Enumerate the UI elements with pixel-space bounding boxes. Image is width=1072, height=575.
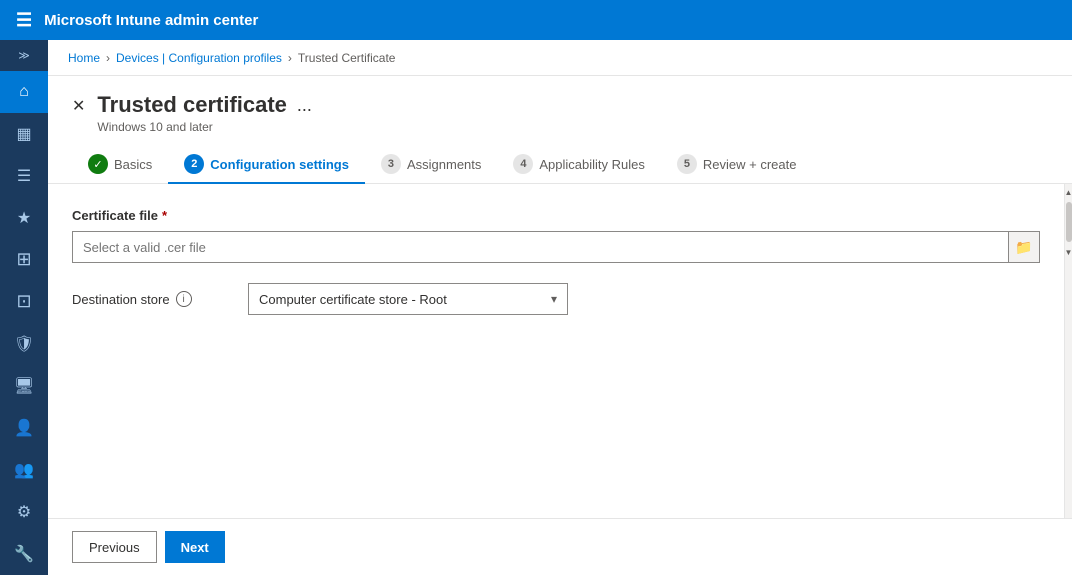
devices-icon: ⊞ <box>16 249 31 270</box>
tab-num-config: 2 <box>184 154 204 174</box>
sidebar-item-home[interactable]: ⌂ <box>0 71 48 113</box>
tab-basics[interactable]: ✓ Basics <box>72 146 168 184</box>
tab-label-review: Review + create <box>703 157 797 172</box>
info-icon[interactable]: i <box>176 291 192 307</box>
sidebar-item-settings[interactable]: ⚙ <box>0 491 48 533</box>
hamburger-icon[interactable]: ☰ <box>16 10 32 31</box>
destination-store-group: Destination store i Computer certificate… <box>72 283 1040 315</box>
breadcrumb-sep-2: › <box>288 51 292 65</box>
sidebar-item-dashboard[interactable]: ▦ <box>0 113 48 155</box>
sidebar-item-favorites[interactable]: ★ <box>0 197 48 239</box>
sidebar-item-list[interactable]: ☰ <box>0 155 48 197</box>
scroll-up-button[interactable]: ▲ <box>1065 184 1072 200</box>
users-icon: 👤 <box>14 418 34 438</box>
tab-check-basics: ✓ <box>88 154 108 174</box>
sidebar-item-security[interactable]: 🛡 <box>0 323 48 365</box>
ellipsis-button[interactable]: ... <box>297 95 312 116</box>
chevron-down-icon: ▾ <box>551 292 557 306</box>
breadcrumb-home[interactable]: Home <box>68 51 100 65</box>
content-with-scroll: Certificate file * 📁 Des <box>48 184 1072 518</box>
panel-title-area: Trusted certificate ... Windows 10 and l… <box>97 92 1048 134</box>
main-content: Home › Devices | Configuration profiles … <box>48 40 1072 575</box>
sidebar-item-tools[interactable]: 🔧 <box>0 533 48 575</box>
security-icon: 🛡 <box>14 334 34 354</box>
certificate-file-label: Certificate file * <box>72 208 1040 223</box>
settings-icon: ⚙ <box>17 502 31 522</box>
star-icon: ★ <box>17 208 31 228</box>
file-input-row: 📁 <box>72 231 1040 263</box>
tools-icon: 🔧 <box>14 544 34 564</box>
panel: ✕ Trusted certificate ... Windows 10 and… <box>48 76 1072 575</box>
top-bar: ☰ Microsoft Intune admin center <box>0 0 1072 40</box>
list-icon: ☰ <box>17 166 31 186</box>
footer: Previous Next <box>48 518 1072 575</box>
certificate-file-group: Certificate file * 📁 <box>72 208 1040 263</box>
destination-store-label: Destination store i <box>72 291 232 307</box>
app-title: Microsoft Intune admin center <box>44 12 258 29</box>
tab-num-review: 5 <box>677 154 697 174</box>
file-browse-button[interactable]: 📁 <box>1008 231 1040 263</box>
certificate-file-input[interactable] <box>72 231 1008 263</box>
panel-title-text: Trusted certificate <box>97 92 287 118</box>
sidebar-item-groups[interactable]: 👥 <box>0 449 48 491</box>
previous-button[interactable]: Previous <box>72 531 157 563</box>
panel-subtitle: Windows 10 and later <box>97 120 1048 134</box>
tab-assignments[interactable]: 3 Assignments <box>365 146 497 184</box>
sidebar-item-devices[interactable]: ⊞ <box>0 239 48 281</box>
panel-title: Trusted certificate ... <box>97 92 1048 118</box>
breadcrumb-devices[interactable]: Devices | Configuration profiles <box>116 51 282 65</box>
tab-configuration-settings[interactable]: 2 Configuration settings <box>168 146 365 184</box>
required-indicator: * <box>162 208 167 223</box>
home-icon: ⌂ <box>19 83 29 101</box>
scroll-track: ▲ ▼ <box>1064 184 1072 518</box>
sidebar-item-apps[interactable]: ⊡ <box>0 281 48 323</box>
tab-num-applicability: 4 <box>513 154 533 174</box>
scroll-thumb[interactable] <box>1066 202 1072 242</box>
breadcrumb-current: Trusted Certificate <box>298 51 396 65</box>
sidebar-expand-btn[interactable]: ≫ <box>0 40 48 71</box>
tab-num-assignments: 3 <box>381 154 401 174</box>
tab-applicability-rules[interactable]: 4 Applicability Rules <box>497 146 661 184</box>
dashboard-icon: ▦ <box>16 124 31 144</box>
sidebar: ≫ ⌂ ▦ ☰ ★ ⊞ ⊡ 🛡 🖥 👤 👥 ⚙ <box>0 40 48 575</box>
destination-store-dropdown[interactable]: Computer certificate store - Root ▾ <box>248 283 568 315</box>
next-button[interactable]: Next <box>165 531 225 563</box>
scroll-down-button[interactable]: ▼ <box>1065 244 1072 260</box>
groups-icon: 👥 <box>14 460 34 480</box>
destination-store-value: Computer certificate store - Root <box>259 292 447 307</box>
tab-review-create[interactable]: 5 Review + create <box>661 146 813 184</box>
monitor-icon: 🖥 <box>14 376 34 396</box>
tab-label-assignments: Assignments <box>407 157 481 172</box>
sidebar-item-monitor[interactable]: 🖥 <box>0 365 48 407</box>
folder-icon: 📁 <box>1015 239 1032 256</box>
sidebar-item-users[interactable]: 👤 <box>0 407 48 449</box>
tab-label-basics: Basics <box>114 157 152 172</box>
tab-label-applicability: Applicability Rules <box>539 157 645 172</box>
form-area: Certificate file * 📁 Des <box>48 184 1064 518</box>
panel-close-button[interactable]: ✕ <box>72 96 85 116</box>
tab-label-config: Configuration settings <box>210 157 349 172</box>
apps-icon: ⊡ <box>16 291 31 312</box>
panel-header: ✕ Trusted certificate ... Windows 10 and… <box>48 76 1072 134</box>
breadcrumb-sep-1: › <box>106 51 110 65</box>
breadcrumb: Home › Devices | Configuration profiles … <box>48 40 1072 76</box>
tabs-container: ✓ Basics 2 Configuration settings 3 Assi… <box>48 134 1072 184</box>
